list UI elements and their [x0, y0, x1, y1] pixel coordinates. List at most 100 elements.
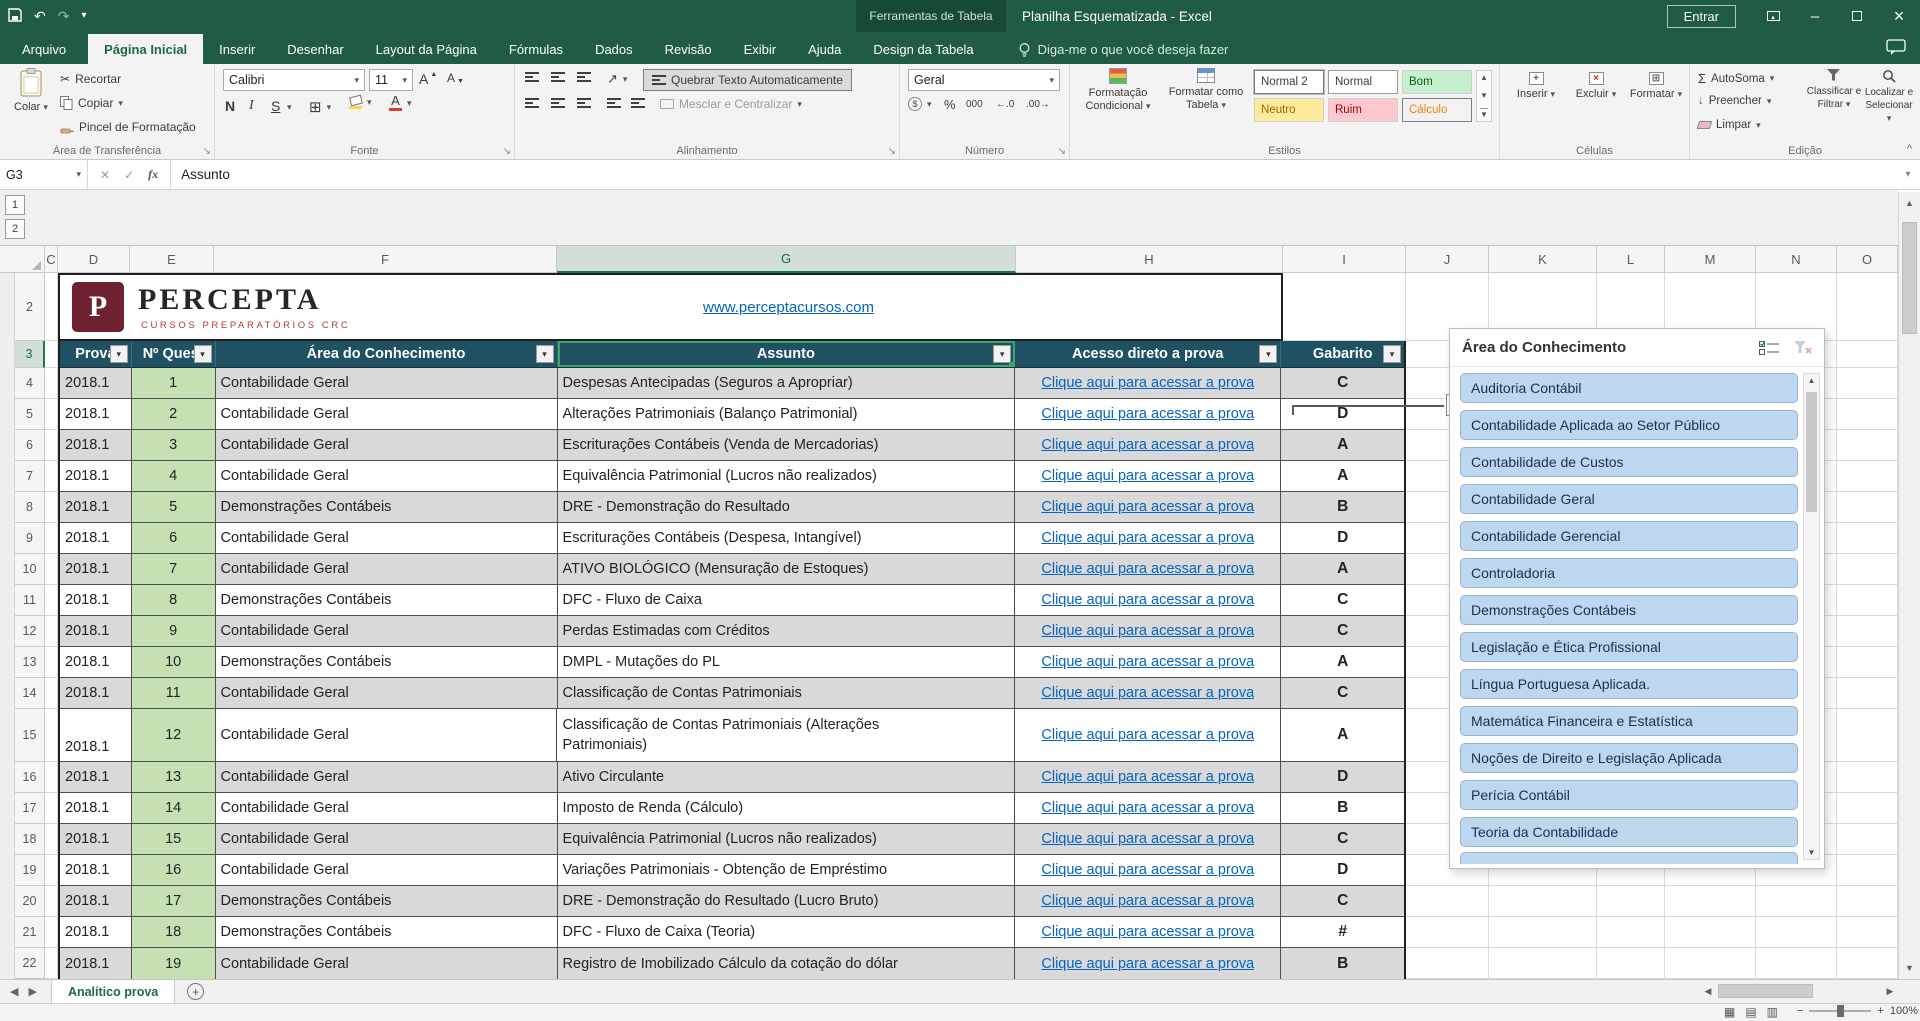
- gabarito-cell[interactable]: D: [1281, 399, 1404, 429]
- question-number-cell[interactable]: 14: [132, 793, 216, 823]
- comments-icon[interactable]: [1886, 39, 1906, 61]
- prova-cell[interactable]: 2018.1: [60, 917, 132, 947]
- minimize-icon[interactable]: –: [1794, 0, 1836, 32]
- row-header[interactable]: 2: [15, 273, 45, 341]
- column-header[interactable]: M: [1665, 246, 1756, 273]
- autosum-button[interactable]: ΣAutoSoma▾: [1698, 71, 1774, 86]
- zoom-slider-thumb[interactable]: [1837, 1005, 1844, 1017]
- column-header[interactable]: O: [1837, 246, 1898, 273]
- gabarito-cell[interactable]: D: [1281, 762, 1404, 792]
- filter-icon[interactable]: ▾: [110, 345, 128, 363]
- slicer-item[interactable]: Matemática Financeira e Estatística: [1460, 706, 1798, 736]
- row-header[interactable]: 10: [15, 554, 45, 585]
- slicer-item[interactable]: Controladoria: [1460, 558, 1798, 588]
- slicer-item[interactable]: Perícia Contábil: [1460, 780, 1798, 810]
- assunto-cell[interactable]: DMPL - Mutações do PL: [558, 647, 1016, 677]
- vertical-scrollbar[interactable]: ▲ ▼: [1898, 192, 1920, 979]
- question-number-cell[interactable]: 11: [132, 678, 216, 708]
- save-icon[interactable]: [8, 8, 22, 24]
- assunto-cell[interactable]: Escriturações Contábeis (Despesa, Intang…: [558, 523, 1016, 553]
- question-number-cell[interactable]: 7: [132, 554, 216, 584]
- prova-cell[interactable]: 2018.1: [60, 824, 132, 854]
- prova-link[interactable]: Clique aqui para acessar a prova: [1041, 956, 1254, 972]
- filter-icon[interactable]: ▾: [536, 345, 554, 363]
- sign-in-button[interactable]: Entrar: [1667, 5, 1736, 28]
- tab-formulas[interactable]: Fórmulas: [493, 34, 579, 64]
- conditional-formatting-button[interactable]: Formatação Condicional ▾: [1076, 68, 1160, 113]
- delete-cells-button[interactable]: × Excluir ▾: [1568, 72, 1624, 101]
- align-center-icon[interactable]: [551, 98, 565, 108]
- assunto-cell[interactable]: Despesas Antecipadas (Seguros a Apropria…: [558, 368, 1016, 398]
- increase-font-icon[interactable]: A▲: [419, 71, 437, 87]
- question-number-cell[interactable]: 8: [132, 585, 216, 615]
- area-cell[interactable]: Contabilidade Geral: [216, 709, 558, 761]
- font-size-select[interactable]: 11▾: [369, 69, 413, 91]
- area-cell[interactable]: Contabilidade Geral: [216, 554, 558, 584]
- prova-cell[interactable]: 2018.1: [60, 523, 132, 553]
- align-bottom-icon[interactable]: [577, 72, 591, 82]
- prova-cell[interactable]: 2018.1: [60, 368, 132, 398]
- gallery-down-icon[interactable]: ▼: [1480, 91, 1488, 100]
- question-number-cell[interactable]: 10: [132, 647, 216, 677]
- filter-icon[interactable]: ▾: [1259, 345, 1277, 363]
- question-number-cell[interactable]: 4: [132, 461, 216, 491]
- prova-link[interactable]: Clique aqui para acessar a prova: [1041, 530, 1254, 546]
- row-header[interactable]: 21: [15, 917, 45, 948]
- tab-dados[interactable]: Dados: [579, 34, 649, 64]
- prova-link[interactable]: Clique aqui para acessar a prova: [1041, 893, 1254, 909]
- column-header[interactable]: G: [557, 246, 1016, 273]
- header-acesso[interactable]: Acesso direto a prova▾: [1015, 341, 1281, 367]
- copy-button[interactable]: Copiar▾: [60, 96, 123, 110]
- gabarito-cell[interactable]: A: [1281, 647, 1404, 677]
- prova-cell[interactable]: 2018.1: [60, 647, 132, 677]
- prova-cell[interactable]: 2018.1: [60, 616, 132, 646]
- column-header[interactable]: F: [214, 246, 557, 273]
- dialog-launcher-icon[interactable]: ↘: [1058, 146, 1066, 157]
- row-header[interactable]: 15: [15, 709, 45, 762]
- header-prova[interactable]: Prova▾: [60, 341, 132, 367]
- sort-filter-button[interactable]: Classificar e Filtrar ▾: [1806, 69, 1862, 111]
- row-header[interactable]: 7: [15, 461, 45, 492]
- header-assunto[interactable]: Assunto▾: [558, 341, 1016, 367]
- prova-link[interactable]: Clique aqui para acessar a prova: [1041, 437, 1254, 453]
- row-header[interactable]: 22: [15, 948, 45, 979]
- paste-button[interactable]: Colar ▾: [8, 68, 54, 114]
- header-gabarito[interactable]: Gabarito▾: [1281, 341, 1404, 367]
- gabarito-cell[interactable]: B: [1281, 492, 1404, 522]
- row-header[interactable]: 3: [15, 341, 45, 368]
- area-cell[interactable]: Contabilidade Geral: [216, 678, 558, 708]
- row-header[interactable]: 16: [15, 762, 45, 793]
- filter-icon[interactable]: ▾: [1383, 345, 1401, 363]
- prova-link[interactable]: Clique aqui para acessar a prova: [1041, 831, 1254, 847]
- insert-function-icon[interactable]: fx: [148, 167, 158, 182]
- prova-cell[interactable]: 2018.1: [60, 948, 132, 979]
- slicer-item[interactable]: Teoria da Contabilidade: [1460, 817, 1798, 847]
- scroll-down-icon[interactable]: ▼: [1804, 848, 1819, 857]
- prova-link[interactable]: Clique aqui para acessar a prova: [1041, 862, 1254, 878]
- tab-pagina-inicial[interactable]: Página Inicial: [88, 34, 203, 64]
- area-cell[interactable]: Contabilidade Geral: [216, 461, 558, 491]
- column-header[interactable]: C: [45, 246, 58, 273]
- row-header[interactable]: 5: [15, 399, 45, 430]
- row-header[interactable]: 13: [15, 647, 45, 678]
- area-cell[interactable]: Contabilidade Geral: [216, 430, 558, 460]
- scrollbar-thumb[interactable]: [1806, 392, 1817, 512]
- slicer-item[interactable]: Legislação e Ética Profissional: [1460, 632, 1798, 662]
- prova-cell[interactable]: 2018.1: [60, 678, 132, 708]
- question-number-cell[interactable]: 9: [132, 616, 216, 646]
- prova-cell[interactable]: 2018.1: [60, 399, 132, 429]
- header-area[interactable]: Área do Conhecimento▾: [216, 341, 558, 367]
- assunto-cell[interactable]: Alterações Patrimoniais (Balanço Patrimo…: [558, 399, 1016, 429]
- decrease-indent-icon[interactable]: [607, 98, 621, 108]
- accounting-format-icon[interactable]: $▾: [908, 97, 932, 111]
- assunto-cell[interactable]: Imposto de Renda (Cálculo): [558, 793, 1016, 823]
- tab-ajuda[interactable]: Ajuda: [792, 34, 857, 64]
- multi-select-icon[interactable]: [1756, 337, 1782, 359]
- gabarito-cell[interactable]: B: [1281, 793, 1404, 823]
- prova-cell[interactable]: 2018.1: [60, 762, 132, 792]
- question-number-cell[interactable]: 17: [132, 886, 216, 916]
- area-cell[interactable]: Contabilidade Geral: [216, 616, 558, 646]
- tab-design-da-tabela[interactable]: Design da Tabela: [857, 34, 989, 64]
- font-name-select[interactable]: Calibri▾: [223, 69, 365, 91]
- gallery-up-icon[interactable]: ▲: [1480, 73, 1488, 82]
